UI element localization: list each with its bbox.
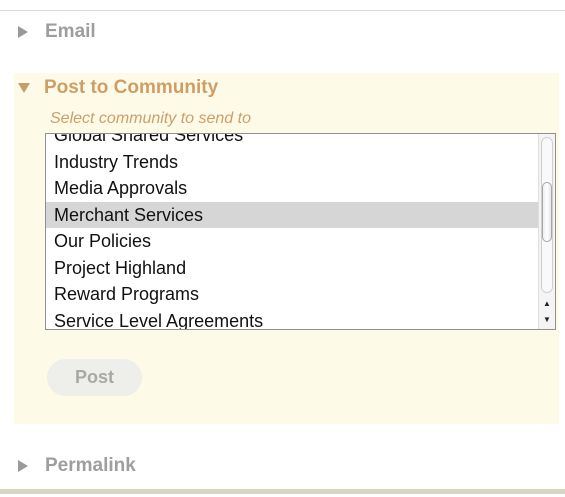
scrollbar-thumb[interactable] xyxy=(542,182,552,242)
permalink-section-toggle[interactable]: Permalink xyxy=(18,455,136,477)
list-item[interactable]: Our Policies xyxy=(46,228,538,255)
scroll-up-arrow-icon[interactable]: ▲ xyxy=(539,295,555,311)
permalink-section-label: Permalink xyxy=(45,455,136,476)
list-item[interactable]: Industry Trends xyxy=(46,149,538,176)
email-section-toggle[interactable]: Email xyxy=(18,21,96,43)
community-section-label: Post to Community xyxy=(44,77,219,98)
top-divider xyxy=(0,10,565,11)
community-listbox[interactable]: Global Shared Services Industry Trends M… xyxy=(45,133,556,330)
community-list: Global Shared Services Industry Trends M… xyxy=(46,134,538,330)
list-item[interactable]: Project Highland xyxy=(46,255,538,282)
post-button[interactable]: Post xyxy=(47,359,142,396)
community-section-toggle[interactable]: Post to Community xyxy=(18,77,218,99)
list-item[interactable]: Service Level Agreements xyxy=(46,308,538,330)
triangle-down-icon xyxy=(18,83,30,93)
list-item[interactable]: Media Approvals xyxy=(46,175,538,202)
list-item-selected[interactable]: Merchant Services xyxy=(46,201,538,228)
triangle-right-icon xyxy=(18,26,28,38)
community-select-hint: Select community to send to xyxy=(50,110,251,127)
bottom-divider xyxy=(0,489,565,494)
triangle-right-icon xyxy=(18,460,28,472)
list-item[interactable]: Global Shared Services xyxy=(46,134,538,149)
listbox-scrollbar[interactable]: ▲ ▼ xyxy=(538,134,555,329)
scroll-down-arrow-icon[interactable]: ▼ xyxy=(539,311,555,327)
email-section-label: Email xyxy=(45,21,96,42)
list-item[interactable]: Reward Programs xyxy=(46,281,538,308)
